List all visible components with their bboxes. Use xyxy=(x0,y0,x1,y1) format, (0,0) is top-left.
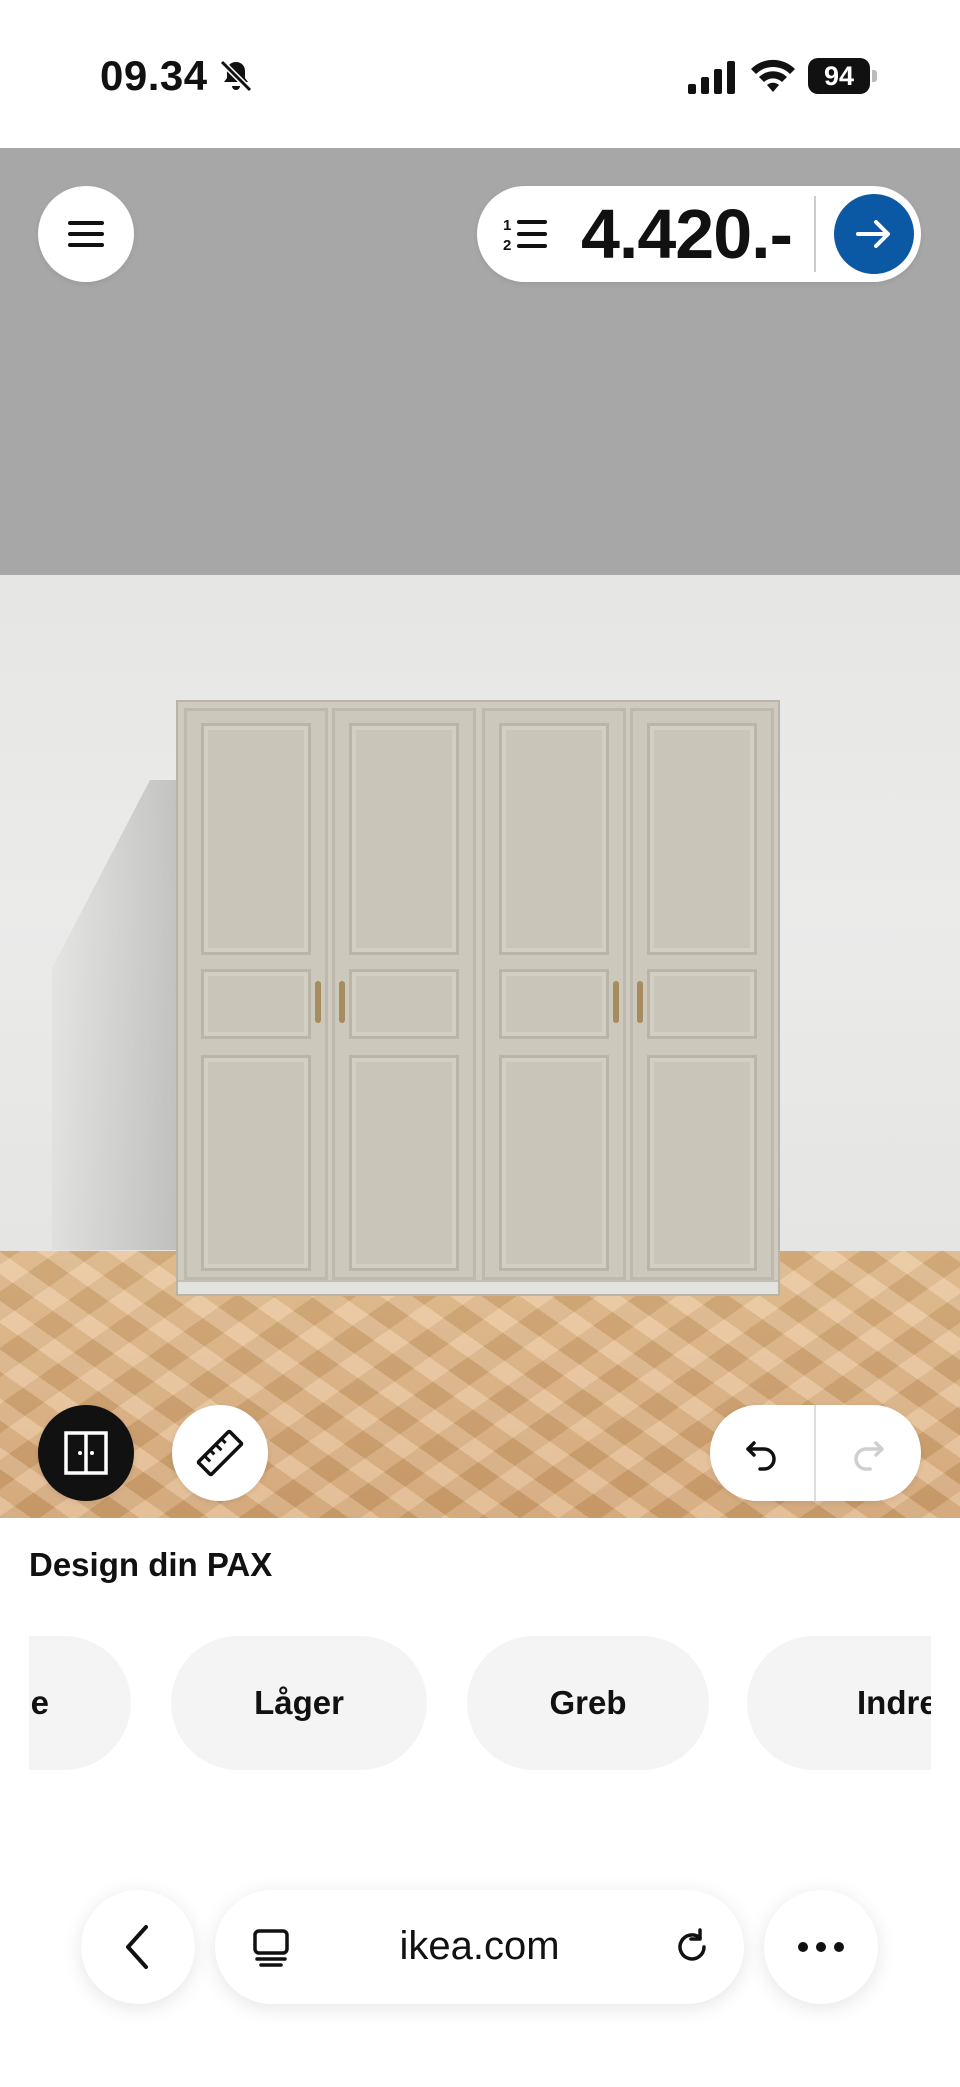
door-panel xyxy=(201,969,311,1039)
menu-button[interactable] xyxy=(38,186,134,282)
svg-text:2: 2 xyxy=(503,237,511,254)
door-panel xyxy=(647,723,757,955)
browser-toolbar: ikea.com xyxy=(0,1860,960,2087)
reload-icon[interactable] xyxy=(670,1925,714,1969)
step-chip[interactable]: le xyxy=(29,1636,131,1770)
more-dots-icon xyxy=(798,1942,844,1952)
wardrobe-doors-icon xyxy=(64,1431,108,1475)
door-handle xyxy=(637,981,643,1023)
wardrobe-door-2[interactable] xyxy=(332,708,476,1280)
section-title: Design din PAX xyxy=(29,1546,273,1583)
step-chip-handles[interactable]: Greb xyxy=(467,1636,709,1770)
total-price: 4.420.- xyxy=(581,195,793,273)
undo-button[interactable] xyxy=(710,1405,814,1501)
door-panel xyxy=(499,1055,609,1271)
design-steps: le Låger Greb Indret xyxy=(29,1636,931,1770)
door-handle xyxy=(613,981,619,1023)
step-chip-doors[interactable]: Låger xyxy=(171,1636,427,1770)
wardrobe-door-1[interactable] xyxy=(184,708,328,1280)
door-panel xyxy=(499,723,609,955)
url-text: ikea.com xyxy=(399,1924,560,1968)
back-button[interactable] xyxy=(81,1890,195,2004)
wardrobe-door-4[interactable] xyxy=(630,708,774,1280)
door-panel xyxy=(201,1055,311,1271)
ruler-icon xyxy=(196,1429,244,1477)
divider xyxy=(814,196,816,272)
cellular-signal-icon xyxy=(688,61,735,94)
door-handle xyxy=(315,981,321,1023)
checkout-button[interactable] xyxy=(834,194,914,274)
door-panel xyxy=(349,969,459,1039)
door-panel xyxy=(349,723,459,955)
status-time: 09.34 xyxy=(100,52,208,99)
hamburger-menu-icon xyxy=(68,221,104,247)
wardrobe-plinth xyxy=(178,1280,778,1294)
door-panel xyxy=(349,1055,459,1271)
wardrobe-door-3[interactable] xyxy=(482,708,626,1280)
door-panel xyxy=(499,969,609,1039)
door-panel xyxy=(647,1055,757,1271)
door-view-toggle[interactable] xyxy=(38,1405,134,1501)
svg-text:1: 1 xyxy=(503,217,511,234)
wifi-icon xyxy=(751,59,795,92)
door-handle xyxy=(339,981,345,1023)
bell-slash-icon xyxy=(219,59,253,93)
redo-button[interactable] xyxy=(816,1405,920,1501)
chevron-left-icon xyxy=(126,1925,148,1969)
address-bar[interactable]: ikea.com xyxy=(215,1890,744,2004)
door-panel xyxy=(647,969,757,1039)
numbered-list-icon: 1 2 xyxy=(503,217,547,254)
status-bar: 09.34 94 xyxy=(0,0,960,148)
undo-icon xyxy=(746,1441,776,1471)
price-summary[interactable]: 1 2 4.420.- xyxy=(477,186,921,282)
battery-tip xyxy=(872,70,877,82)
battery-level: 94 xyxy=(808,58,870,94)
redo-icon xyxy=(854,1441,884,1471)
battery-icon: 94 xyxy=(808,58,878,94)
arrow-right-icon xyxy=(856,220,890,248)
door-panel xyxy=(201,723,311,955)
more-button[interactable] xyxy=(764,1890,878,2004)
wardrobe-model[interactable] xyxy=(176,700,780,1296)
measure-button[interactable] xyxy=(172,1405,268,1501)
step-chip-interior[interactable]: Indret xyxy=(747,1636,931,1770)
history-controls xyxy=(710,1405,921,1501)
planner-3d-view[interactable] xyxy=(0,148,960,1518)
